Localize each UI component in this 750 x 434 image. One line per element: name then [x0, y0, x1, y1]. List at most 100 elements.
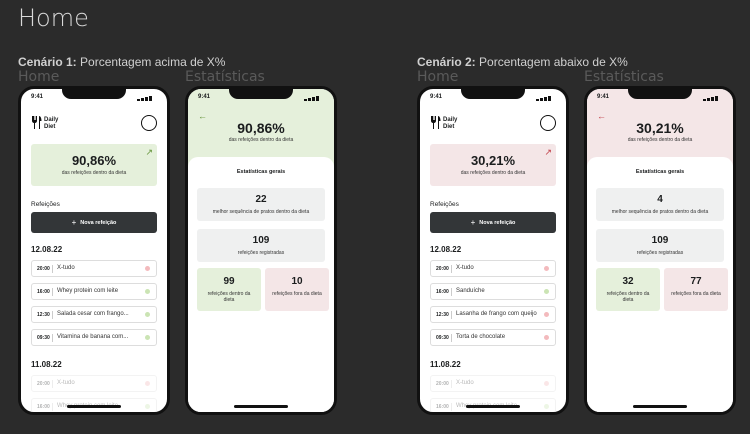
stats-percent-subtitle: das refeições dentro da dieta: [228, 137, 294, 143]
status-time: 9:41: [430, 94, 443, 100]
meal-name: X-tudo: [456, 380, 474, 386]
meal-item[interactable]: 20:00 X-tudo: [430, 260, 556, 277]
out-diet-value: 10: [291, 276, 303, 287]
new-meal-button[interactable]: + Nova refeição: [430, 212, 556, 233]
meal-item[interactable]: 09:30 Vitamina de banana com...: [31, 329, 157, 346]
meal-item[interactable]: 20:00 X-tudo: [430, 375, 556, 392]
new-meal-label: Nova refeição: [479, 220, 516, 226]
meal-separator: [451, 403, 452, 411]
meal-item[interactable]: 16:00 Sanduíche: [430, 283, 556, 300]
out-diet-card: 10 refeições fora da dieta: [265, 268, 329, 311]
status-time: 9:41: [597, 94, 610, 100]
meal-name: X-tudo: [57, 380, 75, 386]
logo-line-1: Daily: [44, 117, 59, 123]
meal-time: 16:00: [37, 289, 50, 295]
logo-line-2: Diet: [44, 124, 56, 130]
diet-status-dot: [544, 335, 549, 340]
percent-value: 30,21%: [470, 153, 516, 168]
meal-name: Lasanha de frango com queijo: [456, 311, 537, 317]
general-stats-title: Estatísticas gerais: [236, 169, 286, 175]
percent-card[interactable]: ↗ 90,86% das refeições dentro da dieta: [31, 144, 157, 186]
percent-card[interactable]: ↗ 30,21% das refeições dentro da dieta: [430, 144, 556, 186]
meal-separator: [52, 403, 53, 411]
arrow-up-right-icon: ↗: [145, 147, 153, 157]
signal-icon: [304, 95, 324, 101]
diet-status-dot: [544, 289, 549, 294]
home-indicator: [466, 405, 520, 408]
avatar[interactable]: [141, 115, 157, 131]
out-diet-label: refeições fora da dieta: [671, 291, 721, 297]
stats-body: Estatísticas gerais 4 melhor sequência d…: [587, 157, 733, 412]
in-diet-card: 32 refeições dentro da dieta: [596, 268, 660, 311]
percent-subtitle: das refeições dentro da dieta: [61, 170, 127, 176]
scenario-1-home-phone: 9:41 Daily Diet ↗ 90,86% das refeições de…: [18, 86, 170, 415]
scenario-2-stats-phone: 9:41 ← 30,21% das refeições dentro da di…: [584, 86, 736, 415]
plus-icon: +: [470, 218, 476, 227]
meal-time: 20:00: [436, 266, 449, 272]
meal-separator: [451, 334, 452, 342]
new-meal-label: Nova refeição: [80, 220, 117, 226]
best-sequence-label: melhor sequência de pratos dentro da die…: [611, 209, 709, 215]
meal-separator: [52, 380, 53, 388]
page-title: Home: [18, 4, 89, 32]
best-sequence-card: 4 melhor sequência de pratos dentro da d…: [596, 188, 724, 221]
in-diet-value: 99: [223, 276, 235, 287]
scenario-2-stats-label: Estatísticas: [584, 69, 664, 85]
registered-meals-card: 109 refeições registradas: [197, 229, 325, 262]
phone-notch: [628, 89, 692, 99]
meal-item[interactable]: 12:30 Lasanha de frango com queijo: [430, 306, 556, 323]
arrow-up-right-icon: ↗: [544, 147, 552, 157]
meal-item[interactable]: 20:00 X-tudo: [31, 375, 157, 392]
meal-separator: [52, 265, 53, 273]
best-sequence-value: 4: [657, 194, 663, 205]
scenario-2-home-label: Home: [417, 69, 459, 85]
scenario-1-heading-text: Porcentagem acima de X%: [80, 55, 226, 69]
meal-time: 12:30: [436, 312, 449, 318]
scenario-2-heading: Cenário 2: Porcentagem abaixo de X%: [417, 55, 628, 69]
avatar[interactable]: [540, 115, 556, 131]
meal-item[interactable]: 12:30 Salada cesar com frango...: [31, 306, 157, 323]
diet-status-dot: [544, 404, 549, 409]
stats-percent-value: 90,86%: [237, 120, 285, 136]
new-meal-button[interactable]: + Nova refeição: [31, 212, 157, 233]
diet-status-dot: [145, 266, 150, 271]
meal-separator: [451, 265, 452, 273]
meal-separator: [52, 311, 53, 319]
meal-item[interactable]: 20:00 X-tudo: [31, 260, 157, 277]
meal-item[interactable]: 16:00 Whey protein com leite: [31, 283, 157, 300]
logo-line-1: Daily: [443, 117, 458, 123]
meal-time: 16:00: [37, 404, 50, 410]
fork-knife-icon: [32, 116, 42, 129]
registered-meals-label: refeições registradas: [636, 250, 684, 256]
registered-meals-label: refeições registradas: [237, 250, 285, 256]
phone-notch: [461, 89, 525, 99]
signal-icon: [703, 95, 723, 101]
diet-status-dot: [145, 381, 150, 386]
meal-time: 12:30: [37, 312, 50, 318]
meal-separator: [52, 334, 53, 342]
status-time: 9:41: [198, 94, 211, 100]
in-diet-card: 99 refeições dentro da dieta: [197, 268, 261, 311]
scenario-2-home-phone: 9:41 Daily Diet ↗ 30,21% das refeições de…: [417, 86, 569, 415]
out-diet-card: 77 refeições fora da dieta: [664, 268, 728, 311]
meal-name: Torta de chocolate: [456, 334, 506, 340]
meal-name: Whey protein com leite: [57, 288, 119, 294]
diet-status-dot: [145, 335, 150, 340]
in-diet-label: refeições dentro da dieta: [606, 291, 650, 303]
meals-label: Refeições: [31, 201, 60, 208]
out-diet-value: 77: [690, 276, 702, 287]
diet-status-dot: [145, 312, 150, 317]
meal-time: 09:30: [436, 335, 449, 341]
meal-item[interactable]: 09:30 Torta de chocolate: [430, 329, 556, 346]
meal-separator: [451, 311, 452, 319]
meals-label: Refeições: [430, 201, 459, 208]
logo-line-2: Diet: [443, 124, 455, 130]
meal-time: 16:00: [436, 289, 449, 295]
home-indicator: [633, 405, 687, 408]
out-diet-label: refeições fora da dieta: [272, 291, 322, 297]
signal-icon: [137, 95, 157, 101]
diet-status-dot: [544, 312, 549, 317]
in-diet-label: refeições dentro da dieta: [207, 291, 251, 303]
in-diet-value: 32: [622, 276, 634, 287]
scenario-2-heading-text: Porcentagem abaixo de X%: [479, 55, 628, 69]
